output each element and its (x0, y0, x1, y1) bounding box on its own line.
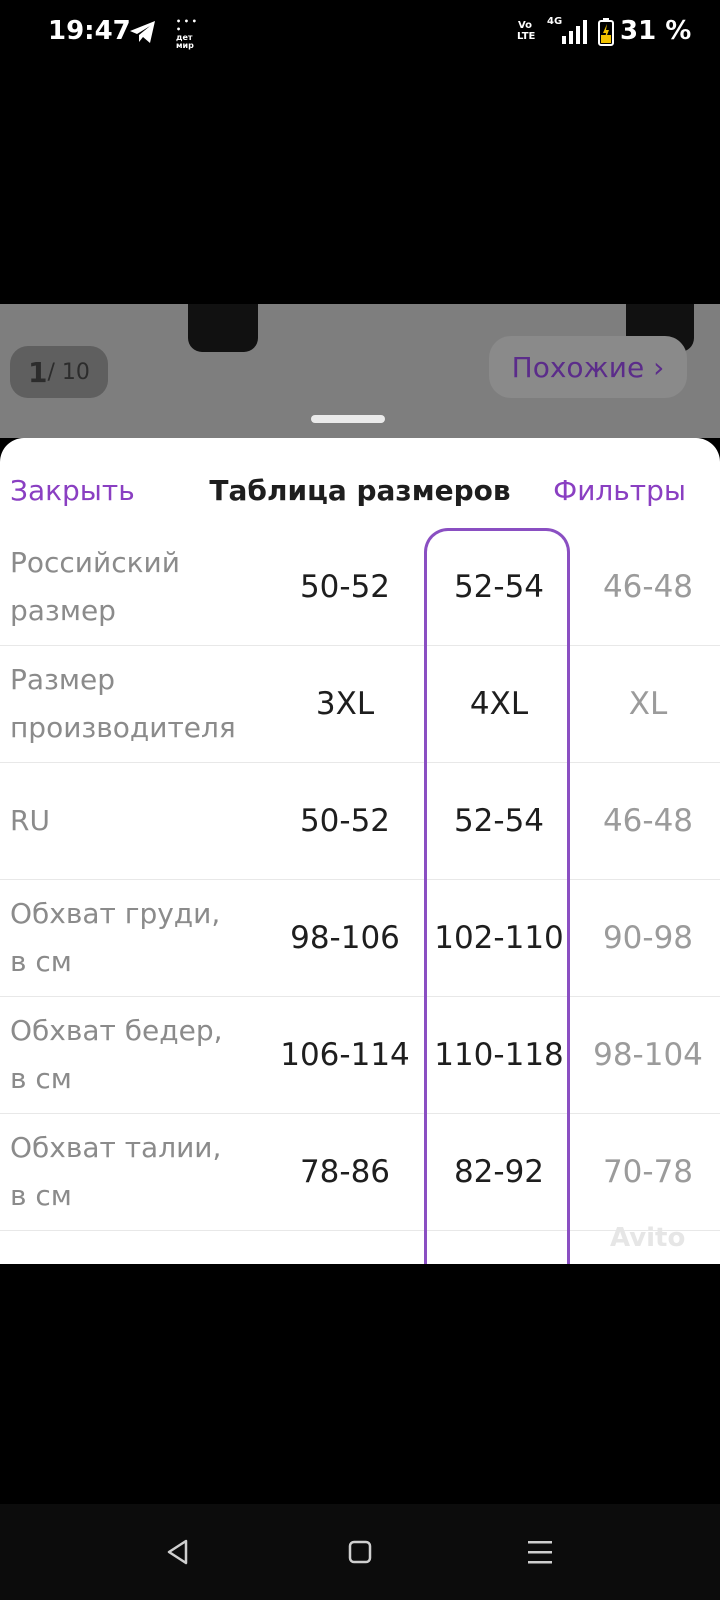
table-row: RU 50-52 52-54 46-48 (0, 762, 720, 880)
size-cell[interactable]: 46-48 (573, 569, 720, 605)
photo-counter-current: 1 (28, 355, 48, 389)
volte-indicator: Vo LTE (517, 20, 536, 42)
back-triangle-icon[interactable] (164, 1538, 192, 1566)
detmir-app-icon: • • • • дет мир (176, 18, 204, 50)
battery-icon (598, 18, 614, 46)
row-label: Обхват талии, в см (10, 1130, 222, 1212)
row-label: RU (10, 803, 50, 837)
product-photo[interactable]: 1 / 10 Похожие › (0, 304, 720, 438)
size-cell[interactable]: 3XL (270, 686, 420, 722)
close-button[interactable]: Закрыть (10, 474, 135, 507)
product-image-fragment (188, 304, 258, 352)
table-row: Обхват талии, в см 78-86 82-92 70-78 (0, 1113, 720, 1231)
filters-button[interactable]: Фильтры (553, 474, 686, 507)
size-cell[interactable]: 98-104 (573, 1037, 720, 1073)
photo-counter: 1 / 10 (10, 346, 108, 398)
row-label: Обхват бедер, в см (10, 1013, 223, 1095)
size-table-sheet: Таблица размеров Закрыть Фильтры Российс… (0, 438, 720, 1264)
size-cell[interactable]: 106-114 (270, 1037, 420, 1073)
size-cell[interactable]: 78-86 (270, 1154, 420, 1190)
table-row: Российский размер 50-52 52-54 46-48 (0, 528, 720, 646)
system-nav-bar (0, 1504, 720, 1600)
table-row: Размер производителя 3XL 4XL XL (0, 645, 720, 763)
size-cell[interactable]: 50-52 (270, 569, 420, 605)
table-row: Обхват груди, в см 98-106 102-110 90-98 (0, 879, 720, 997)
size-cell[interactable]: 50-52 (270, 803, 420, 839)
size-cell[interactable]: 70-78 (573, 1154, 720, 1190)
size-cell[interactable]: 98-106 (270, 920, 420, 956)
status-bar: 19:47 • • • • дет мир Vo LTE 4G 31 % (0, 0, 720, 64)
photo-counter-total: / 10 (47, 359, 90, 385)
battery-percentage: 31 % (620, 16, 692, 46)
detmir-app-label: дет мир (176, 33, 194, 50)
row-label: Российский размер (10, 545, 180, 627)
menu-icon[interactable] (527, 1538, 553, 1566)
size-cell[interactable]: 90-98 (573, 920, 720, 956)
table-row: Обхват бедер, в см 106-114 110-118 98-10… (0, 996, 720, 1114)
selected-size-highlight (424, 528, 570, 1264)
similar-button[interactable]: Похожие › (489, 336, 687, 398)
avito-watermark: Avito (610, 1223, 686, 1253)
row-label: Обхват груди, в см (10, 896, 221, 978)
status-time: 19:47 (48, 16, 131, 46)
sheet-drag-handle[interactable] (311, 415, 385, 423)
row-label: Размер производителя (10, 662, 236, 744)
size-cell[interactable]: 46-48 (573, 803, 720, 839)
size-cell[interactable]: XL (573, 686, 720, 722)
signal-icon (562, 20, 587, 44)
home-square-icon[interactable] (348, 1540, 372, 1564)
telegram-icon (130, 21, 155, 43)
